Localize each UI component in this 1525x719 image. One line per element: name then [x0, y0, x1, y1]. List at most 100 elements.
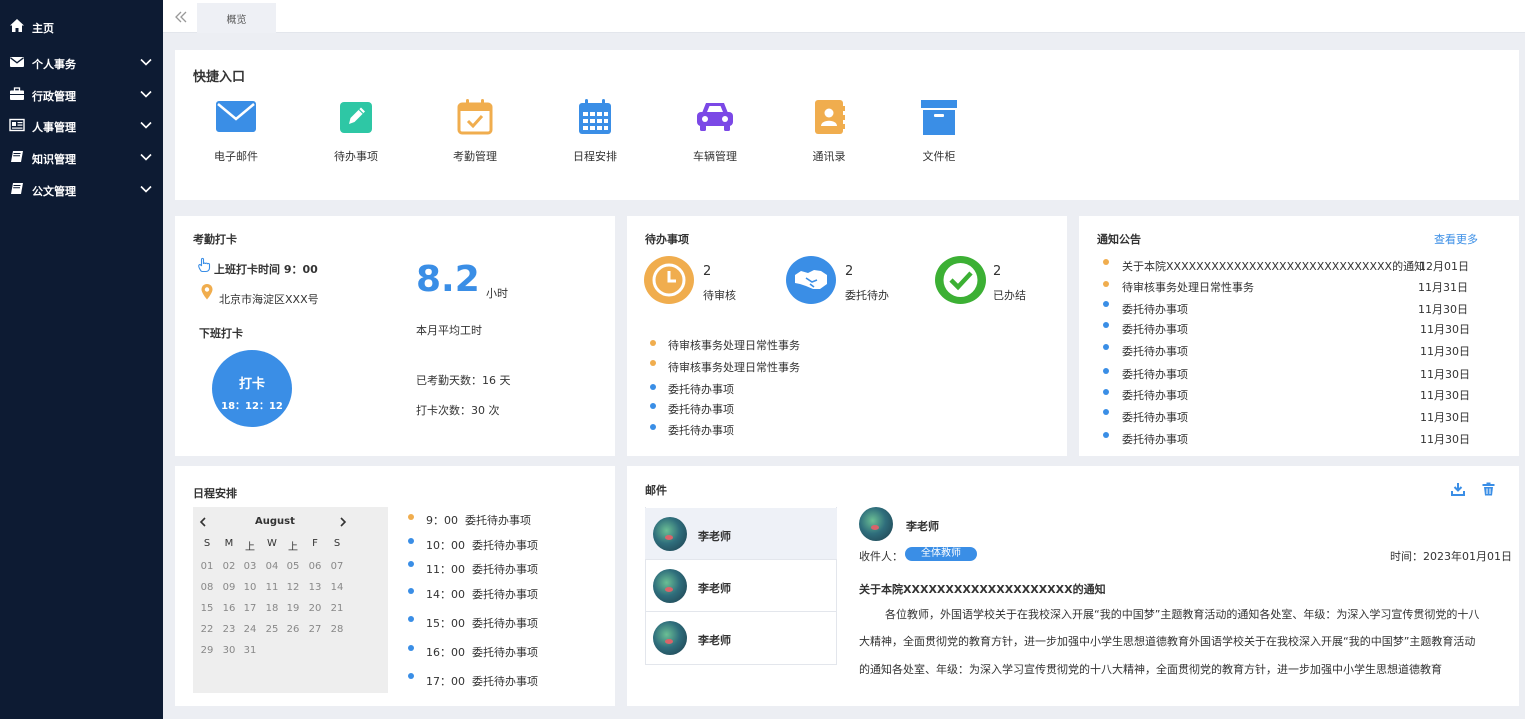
calendar-day[interactable]: 04 — [262, 561, 282, 572]
notice-item[interactable]: 委托待办事项 — [1122, 343, 1188, 359]
notice-item[interactable]: 待审核事务处理日常性事务 — [1122, 279, 1254, 295]
notice-item[interactable]: 关于本院XXXXXXXXXXXXXXXXXXXXXXXXXXXXXX的通知 — [1122, 258, 1425, 274]
completed-count: 2 — [993, 264, 1002, 279]
collapse-sidebar-icon[interactable] — [173, 9, 189, 25]
calendar-day[interactable]: 26 — [283, 624, 303, 635]
calendar-day[interactable]: 02 — [219, 561, 239, 572]
calendar-day[interactable]: 29 — [197, 645, 217, 656]
schedule-event[interactable]: 17：00 委托待办事项 — [426, 673, 538, 689]
quick-entry-label: 文件柜 — [922, 150, 956, 163]
sidebar-item-knowledge[interactable]: 知识管理 — [0, 145, 163, 171]
schedule-title: 日程安排 — [193, 487, 237, 500]
sidebar-item-documents[interactable]: 公文管理 — [0, 177, 163, 203]
schedule-event[interactable]: 11：00 委托待办事项 — [426, 561, 538, 577]
mail-body-line: 大精神，全面贯彻党的教育方针，进一步加强中小学生思想道德教育外国语学校关于在我校… — [859, 635, 1476, 648]
bullet-dot — [650, 424, 656, 430]
schedule-event[interactable]: 14：00 委托待办事项 — [426, 586, 538, 602]
address-book-icon — [815, 100, 845, 134]
quick-entry-title: 快捷入口 — [193, 70, 246, 85]
attendance-title: 考勤打卡 — [193, 233, 237, 246]
calendar-day[interactable]: 25 — [262, 624, 282, 635]
todo-item[interactable]: 待审核事务处理日常性事务 — [668, 359, 800, 375]
calendar-day[interactable]: 27 — [305, 624, 325, 635]
notice-date: 11月30日 — [1420, 368, 1470, 381]
calendar-day[interactable]: 10 — [240, 582, 260, 593]
sidebar-item-label: 人事管理 — [32, 121, 76, 134]
calendar-day[interactable]: 13 — [305, 582, 325, 593]
calendar-day[interactable]: 01 — [197, 561, 217, 572]
calendar-day[interactable]: 18 — [262, 603, 282, 614]
quick-entry-attendance[interactable]: 考勤管理 — [430, 98, 520, 164]
quick-entry-vehicle[interactable]: 车辆管理 — [670, 98, 760, 164]
todo-item[interactable]: 委托待办事项 — [668, 401, 734, 417]
mail-list-item[interactable]: 李老师 — [645, 560, 837, 612]
event-text: 委托待办事项 — [472, 563, 538, 576]
calendar-day[interactable]: 05 — [283, 561, 303, 572]
schedule-event[interactable]: 10：00 委托待办事项 — [426, 537, 538, 553]
mail-body-line: 的通知各处室、年级：为深入学习宣传贯彻党的十八大精神，全面贯彻党的教育方针，进一… — [859, 663, 1442, 676]
calendar-day[interactable]: 28 — [327, 624, 347, 635]
bullet-dot — [408, 588, 414, 594]
calendar-day[interactable]: 24 — [240, 624, 260, 635]
calendar-day[interactable]: 03 — [240, 561, 260, 572]
mail-icon — [216, 101, 256, 132]
calendar-day[interactable]: 17 — [240, 603, 260, 614]
avatar — [859, 507, 893, 541]
trash-icon[interactable] — [1482, 482, 1495, 496]
completed-label: 已办结 — [993, 289, 1026, 302]
calendar-day[interactable]: 11 — [262, 582, 282, 593]
quick-entry-schedule[interactable]: 日程安排 — [550, 98, 640, 164]
calendar-day[interactable]: 14 — [327, 582, 347, 593]
quick-entry-todo[interactable]: 待办事项 — [311, 98, 401, 164]
notice-item[interactable]: 委托待办事项 — [1122, 366, 1188, 382]
sidebar-item-home[interactable]: 主页 — [0, 14, 163, 40]
top-bar: 概览 — [163, 0, 1525, 33]
calendar-day[interactable]: 31 — [240, 645, 260, 656]
quick-entry-file-cabinet[interactable]: 文件柜 — [894, 98, 984, 164]
quick-entry-label: 日程安排 — [573, 150, 617, 163]
notice-item[interactable]: 委托待办事项 — [1122, 387, 1188, 403]
calendar-day[interactable]: 23 — [219, 624, 239, 635]
notice-item[interactable]: 委托待办事项 — [1122, 409, 1188, 425]
todo-item[interactable]: 委托待办事项 — [668, 422, 734, 438]
notice-item[interactable]: 委托待办事项 — [1122, 321, 1188, 337]
chevron-left-icon[interactable] — [197, 516, 209, 528]
calendar-day[interactable]: 22 — [197, 624, 217, 635]
calendar-day[interactable]: 19 — [283, 603, 303, 614]
notice-date: 11月31日 — [1418, 281, 1468, 294]
schedule-event[interactable]: 9：00 委托待办事项 — [426, 512, 531, 528]
calendar-day[interactable]: 08 — [197, 582, 217, 593]
notice-item[interactable]: 委托待办事项 — [1122, 301, 1188, 317]
schedule-event[interactable]: 16：00 委托待办事项 — [426, 644, 538, 660]
calendar-day[interactable]: 21 — [327, 603, 347, 614]
todo-item[interactable]: 委托待办事项 — [668, 381, 734, 397]
calendar-day[interactable]: 15 — [197, 603, 217, 614]
chevron-right-icon[interactable] — [337, 516, 349, 528]
todo-item[interactable]: 待审核事务处理日常性事务 — [668, 337, 800, 353]
tab-overview[interactable]: 概览 — [197, 3, 276, 33]
calendar-day[interactable]: 06 — [305, 561, 325, 572]
pending-review-label: 待审核 — [703, 289, 736, 302]
quick-entry-mail[interactable]: 电子邮件 — [191, 98, 281, 164]
calendar-day[interactable]: 12 — [283, 582, 303, 593]
todo-title: 待办事项 — [645, 233, 689, 246]
mail-list-item[interactable]: 李老师 — [645, 612, 837, 664]
view-more-link[interactable]: 查看更多 — [1434, 231, 1478, 247]
sidebar-item-hr[interactable]: 人事管理 — [0, 113, 163, 139]
calendar-day[interactable]: 20 — [305, 603, 325, 614]
sidebar-item-label: 知识管理 — [32, 153, 76, 166]
calendar-day[interactable]: 16 — [219, 603, 239, 614]
quick-entry-contacts[interactable]: 通讯录 — [784, 98, 874, 164]
calendar-day[interactable]: 30 — [219, 645, 239, 656]
notice-item[interactable]: 委托待办事项 — [1122, 431, 1188, 447]
calendar-day[interactable]: 07 — [327, 561, 347, 572]
calendar-day[interactable]: 09 — [219, 582, 239, 593]
attendance-days: 已考勤天数：16 天 — [416, 374, 511, 387]
calendar-weekday: M — [224, 538, 234, 549]
download-icon[interactable] — [1451, 482, 1465, 496]
sidebar-item-personal[interactable]: 个人事务 — [0, 50, 163, 76]
clock-in-button[interactable]: 打卡 18：12：12 — [212, 350, 292, 427]
sidebar-item-admin[interactable]: 行政管理 — [0, 82, 163, 108]
mail-list-item[interactable]: 李老师 — [645, 508, 837, 560]
schedule-event[interactable]: 15：00 委托待办事项 — [426, 615, 538, 631]
